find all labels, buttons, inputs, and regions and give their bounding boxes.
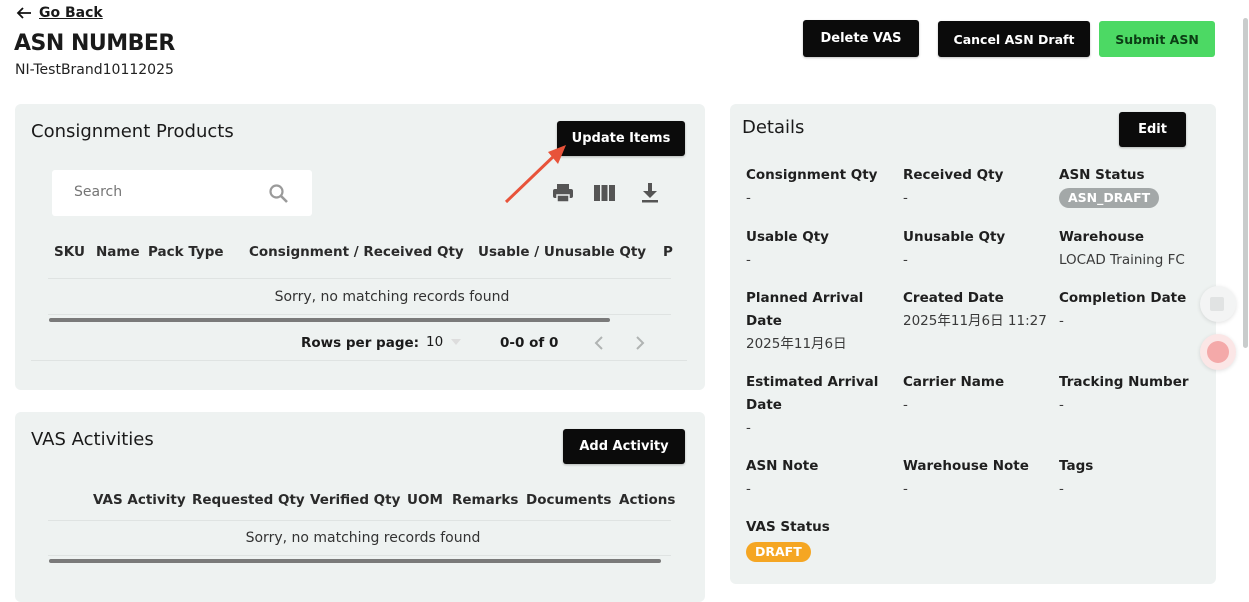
column-header-consignment-received-qty[interactable]: Consignment / Received Qty — [249, 244, 464, 260]
warehouse-note-label: Warehouse Note — [903, 458, 1029, 474]
asn-note-label: ASN Note — [746, 458, 819, 474]
asn-status-badge: ASN_DRAFT — [1059, 188, 1160, 208]
usable-qty-label: Usable Qty — [746, 229, 829, 245]
table-divider — [48, 314, 671, 315]
usable-qty-value: - — [746, 252, 751, 268]
edit-details-button[interactable]: Edit — [1119, 112, 1186, 147]
update-items-button[interactable]: Update Items — [557, 121, 685, 156]
cancel-asn-draft-button[interactable]: Cancel ASN Draft — [938, 21, 1090, 57]
planned-arrival-label-line2: Date — [746, 313, 782, 329]
column-header-vas-activity[interactable]: VAS Activity — [93, 492, 186, 508]
column-header-pack-type[interactable]: Pack Type — [148, 244, 224, 260]
chevron-down-icon — [451, 339, 462, 345]
chevron-left-icon[interactable] — [594, 336, 604, 350]
page-scrollbar[interactable] — [1243, 18, 1248, 348]
tracking-number-label: Tracking Number — [1059, 374, 1189, 390]
column-header-verified-qty[interactable]: Verified Qty — [310, 492, 400, 508]
chevron-right-icon[interactable] — [635, 336, 645, 350]
vas-activities-title: VAS Activities — [31, 429, 154, 450]
submit-asn-button[interactable]: Submit ASN — [1099, 21, 1215, 57]
planned-arrival-value: 2025年11月6日 — [746, 336, 847, 352]
table-divider — [48, 520, 671, 521]
carrier-name-value: - — [903, 397, 908, 413]
received-qty-label: Received Qty — [903, 167, 1004, 183]
page-title: ASN NUMBER — [14, 31, 175, 56]
warehouse-value: LOCAD Training FC — [1059, 252, 1185, 268]
pagination-range: 0-0 of 0 — [500, 335, 559, 351]
grid-icon — [1210, 297, 1224, 311]
floating-chat-button[interactable] — [1200, 334, 1236, 370]
asn-note-value: - — [746, 481, 751, 497]
created-date-label: Created Date — [903, 290, 1004, 306]
download-icon[interactable] — [641, 183, 659, 203]
vas-status-badge: DRAFT — [746, 542, 811, 562]
planned-arrival-label: Planned Arrival — [746, 290, 864, 306]
chat-icon — [1207, 341, 1229, 363]
estimated-arrival-value: - — [746, 420, 751, 436]
consignment-qty-label: Consignment Qty — [746, 167, 878, 183]
table-divider — [48, 278, 671, 279]
warehouse-label: Warehouse — [1059, 229, 1145, 245]
received-qty-value: - — [903, 190, 908, 206]
created-date-value: 2025年11月6日 11:27 — [903, 313, 1047, 329]
pagination-divider — [31, 360, 687, 361]
column-header-actions[interactable]: Actions — [619, 492, 675, 508]
table-divider — [48, 555, 671, 556]
column-header-documents[interactable]: Documents — [526, 492, 611, 508]
warehouse-note-value: - — [903, 481, 908, 497]
completion-date-label: Completion Date — [1059, 290, 1187, 306]
print-icon[interactable] — [552, 183, 574, 203]
asn-id: NI-TestBrand10112025 — [15, 62, 174, 78]
empty-vas-message: Sorry, no matching records found — [245, 530, 481, 546]
details-title: Details — [742, 117, 805, 138]
go-back-link[interactable]: Go Back — [16, 5, 103, 21]
column-header-remarks[interactable]: Remarks — [452, 492, 518, 508]
rows-per-page-label: Rows per page: — [301, 335, 420, 351]
tags-value: - — [1059, 481, 1064, 497]
column-header-name[interactable]: Name — [96, 244, 140, 260]
carrier-name-label: Carrier Name — [903, 374, 1005, 390]
search-icon[interactable] — [268, 183, 290, 205]
estimated-arrival-label: Estimated Arrival — [746, 374, 879, 390]
consignment-products-title: Consignment Products — [31, 121, 234, 142]
tracking-number-value: - — [1059, 397, 1064, 413]
column-header-requested-qty[interactable]: Requested Qty — [192, 492, 305, 508]
floating-widget-button[interactable] — [1200, 286, 1236, 322]
completion-date-value: - — [1059, 313, 1064, 329]
column-header-sku[interactable]: SKU — [54, 244, 85, 260]
empty-table-message: Sorry, no matching records found — [274, 289, 510, 305]
tags-label: Tags — [1059, 458, 1094, 474]
unusable-qty-label: Unusable Qty — [903, 229, 1006, 245]
add-activity-button[interactable]: Add Activity — [563, 429, 685, 464]
columns-icon[interactable] — [594, 185, 615, 201]
go-back-label: Go Back — [39, 5, 103, 21]
arrow-left-icon — [16, 5, 32, 21]
search-box[interactable] — [52, 170, 312, 216]
estimated-arrival-label-line2: Date — [746, 397, 782, 413]
horizontal-scrollbar[interactable] — [49, 318, 610, 322]
column-header-usable-unusable-qty[interactable]: Usable / Unusable Qty — [478, 244, 646, 260]
asn-status-label: ASN Status — [1059, 167, 1145, 183]
delete-vas-button[interactable]: Delete VAS — [803, 20, 919, 57]
horizontal-scrollbar[interactable] — [49, 559, 661, 563]
rows-per-page-value: 10 — [426, 334, 444, 350]
column-header-truncated[interactable]: P — [663, 244, 673, 260]
rows-per-page-select[interactable]: 10 — [426, 334, 462, 350]
column-header-uom[interactable]: UOM — [407, 492, 443, 508]
vas-status-label: VAS Status — [746, 519, 830, 535]
consignment-qty-value: - — [746, 190, 751, 206]
unusable-qty-value: - — [903, 252, 908, 268]
search-input[interactable] — [72, 183, 246, 201]
